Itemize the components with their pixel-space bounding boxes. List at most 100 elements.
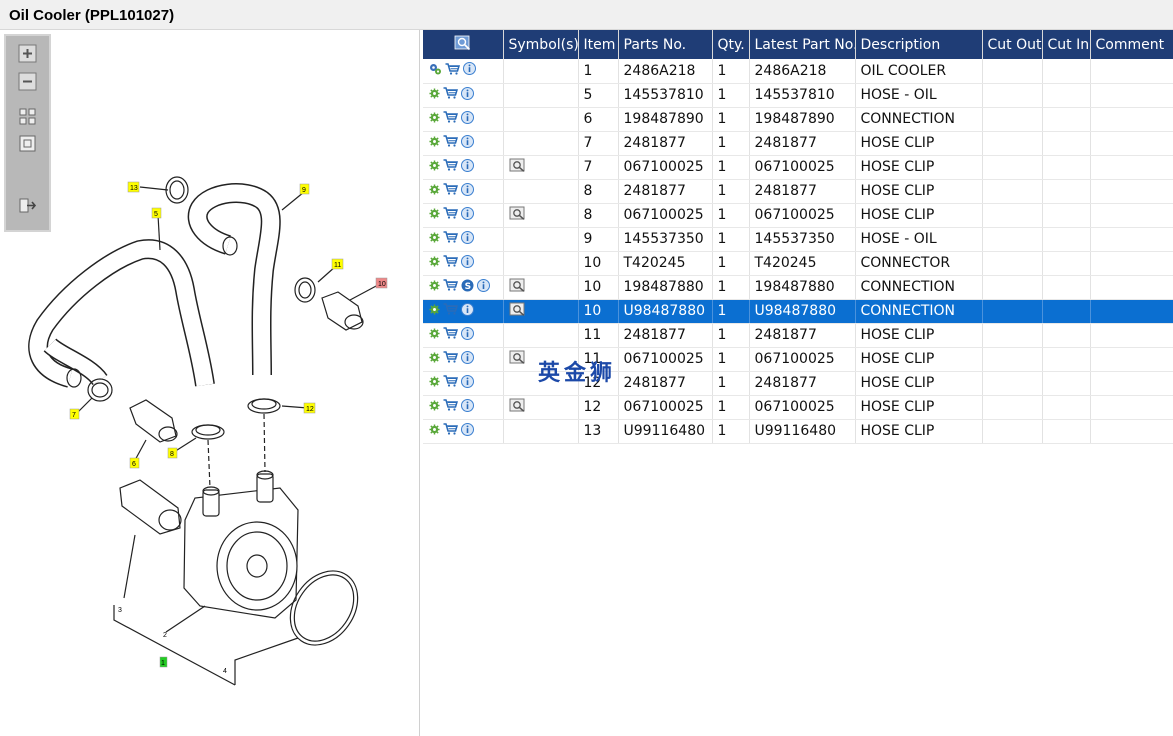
table-row[interactable]: 10 T420245 1 T420245 CONNECTOR (423, 251, 1173, 276)
table-row[interactable]: 11 067100025 1 067100025 HOSE CLIP (423, 347, 1173, 372)
info-icon[interactable] (461, 182, 474, 200)
fitting-3-part (119, 479, 181, 535)
info-icon[interactable] (461, 158, 474, 176)
row-actions (423, 107, 504, 132)
cart-icon[interactable] (445, 63, 461, 79)
table-row[interactable]: 10 U98487880 1 U98487880 CONNECTION (423, 299, 1173, 324)
column-header-symbols[interactable]: Symbol(s) (503, 30, 579, 59)
info-icon[interactable] (461, 206, 474, 224)
fit-window-button[interactable] (18, 134, 37, 153)
part-no-cell: U98487880 (618, 299, 713, 324)
symbol-icon[interactable] (509, 398, 526, 416)
table-row[interactable]: 1 2486A218 1 2486A218 OIL COOLER (423, 59, 1173, 84)
info-icon[interactable] (461, 86, 474, 104)
cart-icon[interactable] (443, 255, 459, 271)
table-row[interactable]: 11 2481877 1 2481877 HOSE CLIP (423, 323, 1173, 348)
cut-in-cell (1042, 251, 1091, 276)
symbol-icon[interactable] (509, 278, 526, 296)
column-header-description[interactable]: Description (855, 30, 983, 59)
table-row[interactable]: 6 198487890 1 198487890 CONNECTION (423, 107, 1173, 132)
column-header-cut-out[interactable]: Cut Out (982, 30, 1043, 59)
info-icon[interactable] (477, 278, 490, 296)
info-icon[interactable] (461, 326, 474, 344)
gear-icon[interactable] (429, 183, 440, 199)
table-row[interactable]: 8 067100025 1 067100025 HOSE CLIP (423, 203, 1173, 228)
gear-icon[interactable] (429, 231, 440, 247)
info-icon[interactable] (461, 254, 474, 272)
zoom-in-button[interactable] (18, 44, 37, 63)
cart-icon[interactable] (443, 375, 459, 391)
column-header-part-no[interactable]: Parts No. (618, 30, 713, 59)
table-row[interactable]: 7 067100025 1 067100025 HOSE CLIP (423, 155, 1173, 180)
info-icon[interactable] (461, 422, 474, 440)
table-row[interactable]: S 10 198487880 1 198487880 CONNECTION (423, 275, 1173, 300)
table-row[interactable]: 12 067100025 1 067100025 HOSE CLIP (423, 395, 1173, 420)
cart-icon[interactable] (443, 183, 459, 199)
cart-icon[interactable] (443, 87, 459, 103)
table-row[interactable]: 12 2481877 1 2481877 HOSE CLIP (423, 371, 1173, 396)
cart-icon[interactable] (443, 111, 459, 127)
symbol-icon[interactable] (509, 350, 526, 368)
fit-all-button[interactable] (18, 107, 37, 126)
cart-icon[interactable] (443, 423, 459, 439)
cart-icon[interactable] (443, 327, 459, 343)
info-icon[interactable] (461, 110, 474, 128)
gear-icon[interactable] (429, 351, 440, 367)
column-header-qty[interactable]: Qty. (712, 30, 750, 59)
info-icon[interactable] (461, 398, 474, 416)
gear-icon[interactable] (429, 207, 440, 223)
table-row[interactable]: 9 145537350 1 145537350 HOSE - OIL (423, 227, 1173, 252)
info-icon[interactable] (461, 230, 474, 248)
row-actions (423, 347, 504, 372)
gear-icon[interactable] (429, 423, 440, 439)
column-header-tools[interactable] (423, 30, 504, 59)
cart-icon[interactable] (443, 303, 459, 319)
supersession-icon[interactable]: S (461, 279, 474, 296)
cart-icon[interactable] (443, 399, 459, 415)
cart-icon[interactable] (443, 231, 459, 247)
cart-icon[interactable] (443, 135, 459, 151)
gear-icon[interactable] (429, 303, 440, 319)
table-row[interactable]: 8 2481877 1 2481877 HOSE CLIP (423, 179, 1173, 204)
symbol-icon[interactable] (509, 158, 526, 176)
cart-icon[interactable] (443, 207, 459, 223)
gear-icon[interactable] (429, 375, 440, 391)
zoom-out-button[interactable] (18, 72, 37, 91)
gear-icon[interactable] (429, 255, 440, 271)
export-button[interactable] (18, 196, 37, 215)
column-header-latest-part-no[interactable]: Latest Part No. (749, 30, 856, 59)
symbol-icon[interactable] (509, 302, 526, 320)
info-icon[interactable] (461, 350, 474, 368)
gears-icon[interactable] (429, 63, 442, 79)
gear-icon[interactable] (429, 111, 440, 127)
cut-in-cell (1042, 371, 1091, 396)
latest-cell: 2486A218 (749, 59, 856, 84)
table-row[interactable]: 7 2481877 1 2481877 HOSE CLIP (423, 131, 1173, 156)
part-no-cell: 198487890 (618, 107, 713, 132)
comment-cell (1090, 323, 1173, 348)
gear-icon[interactable] (429, 399, 440, 415)
info-icon[interactable] (461, 134, 474, 152)
symbol-icon[interactable] (509, 206, 526, 224)
diagram-pane[interactable]: 13 5 9 11 10 7 6 8 12 3 2 1 4 (0, 30, 420, 736)
gear-icon[interactable] (429, 159, 440, 175)
info-icon[interactable] (461, 302, 474, 320)
cart-icon[interactable] (443, 351, 459, 367)
table-row[interactable]: 13 U99116480 1 U99116480 HOSE CLIP (423, 419, 1173, 444)
info-icon[interactable] (461, 374, 474, 392)
gear-icon[interactable] (429, 327, 440, 343)
cut-out-cell (982, 299, 1043, 324)
item-cell: 13 (578, 419, 619, 444)
info-icon[interactable] (463, 62, 476, 79)
cart-icon[interactable] (443, 279, 459, 295)
column-header-comment[interactable]: Comment (1090, 30, 1173, 59)
gear-icon[interactable] (429, 87, 440, 103)
gear-icon[interactable] (429, 135, 440, 151)
table-row[interactable]: 5 145537810 1 145537810 HOSE - OIL (423, 83, 1173, 108)
cart-icon[interactable] (443, 159, 459, 175)
column-header-item[interactable]: Item (578, 30, 619, 59)
column-header-cut-in[interactable]: Cut In (1042, 30, 1091, 59)
gear-icon[interactable] (429, 279, 440, 295)
desc-cell: OIL COOLER (855, 59, 983, 84)
parts-diagram[interactable]: 13 5 9 11 10 7 6 8 12 3 2 1 4 (0, 30, 420, 736)
